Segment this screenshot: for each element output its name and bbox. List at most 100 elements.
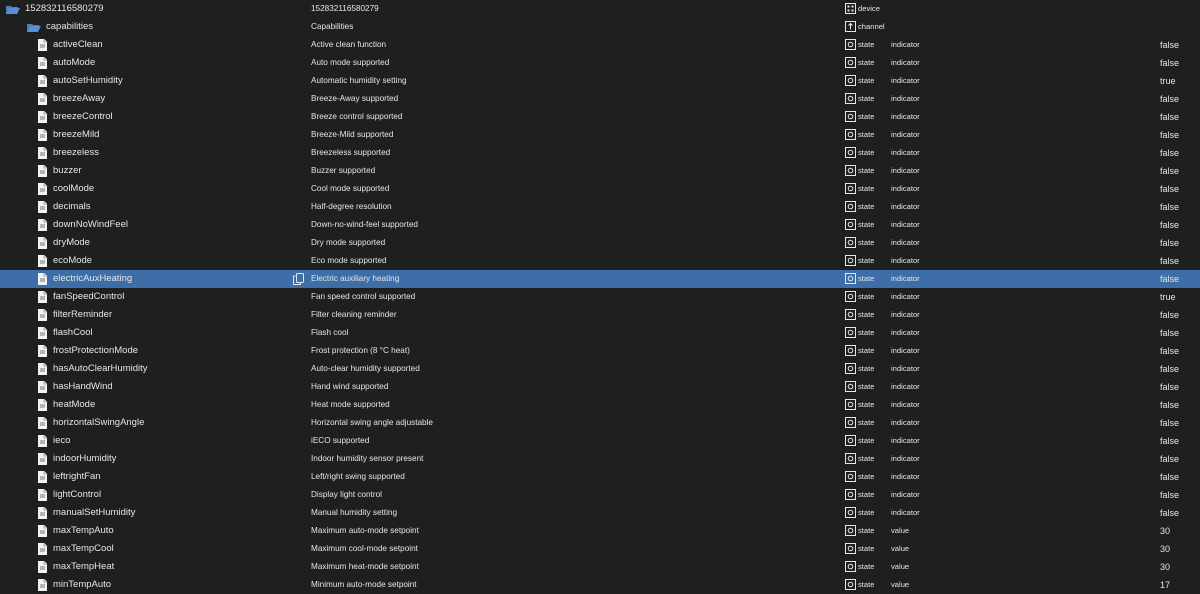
tree-row-fanSpeedControl[interactable]: fanSpeedControl Fan speed control support… (0, 288, 1200, 306)
object-value[interactable]: 30 (1160, 522, 1200, 540)
file-icon (38, 471, 47, 483)
tree-row-buzzer[interactable]: buzzer Buzzer supported state indicator fals… (0, 162, 1200, 180)
object-value[interactable]: false (1160, 306, 1200, 324)
object-value[interactable]: false (1160, 270, 1200, 288)
object-id-label: lightControl (53, 489, 102, 500)
object-value[interactable]: false (1160, 468, 1200, 486)
file-icon (38, 291, 47, 303)
object-value[interactable]: false (1160, 504, 1200, 522)
tree-row-hasHandWind[interactable]: hasHandWind Hand wind supported state indic… (0, 378, 1200, 396)
object-id-cell: horizontalSwingAngle (0, 414, 300, 432)
tree-row-heatMode[interactable]: heatMode Heat mode supported state indicato… (0, 396, 1200, 414)
state-type-icon (845, 561, 856, 572)
tree-row-maxTempCool[interactable]: maxTempCool Maximum cool-mode setpoint sta… (0, 540, 1200, 558)
tree-row-flashCool[interactable]: flashCool Flash cool state indicator false (0, 324, 1200, 342)
tree-row-maxTempHeat[interactable]: maxTempHeat Maximum heat-mode setpoint sta… (0, 558, 1200, 576)
tree-row-electricAuxHeating[interactable]: electricAuxHeating Electric auxiliary hea… (0, 270, 1200, 288)
object-value[interactable]: false (1160, 54, 1200, 72)
object-id-cell: indoorHumidity (0, 450, 300, 468)
object-value[interactable]: false (1160, 234, 1200, 252)
tree-row-autoSetHumidity[interactable]: autoSetHumidity Automatic humidity settin… (0, 72, 1200, 90)
object-id-cell: decimals (0, 198, 300, 216)
tree-row-lightControl[interactable]: lightControl Display light control state in… (0, 486, 1200, 504)
object-value[interactable]: true (1160, 72, 1200, 90)
object-value[interactable]: false (1160, 432, 1200, 450)
file-icon (38, 327, 47, 339)
object-value[interactable]: false (1160, 90, 1200, 108)
state-type-icon (845, 39, 856, 50)
tree-row-maxTempAuto[interactable]: maxTempAuto Maximum auto-mode setpoint sta… (0, 522, 1200, 540)
object-role: indicator (891, 94, 920, 103)
object-value[interactable]: false (1160, 180, 1200, 198)
object-id-label: filterReminder (53, 309, 113, 320)
object-value[interactable]: 17 (1160, 576, 1200, 594)
object-value[interactable]: 30 (1160, 558, 1200, 576)
tree-row-leftrightFan[interactable]: leftrightFan Left/right swing supported st… (0, 468, 1200, 486)
copy-icon[interactable] (293, 273, 304, 285)
state-type-icon (845, 129, 856, 140)
object-id-label: horizontalSwingAngle (53, 417, 145, 428)
state-type-icon (845, 489, 856, 500)
tree-row-filterReminder[interactable]: filterReminder Filter cleaning reminder st… (0, 306, 1200, 324)
tree-row-hasAutoClearHumidity[interactable]: hasAutoClearHumidity Auto-clear humidity … (0, 360, 1200, 378)
state-type-icon (845, 579, 856, 590)
object-value[interactable]: false (1160, 108, 1200, 126)
object-name: Buzzer supported (311, 166, 376, 175)
object-id-cell: heatMode (0, 396, 300, 414)
object-value[interactable]: false (1160, 36, 1200, 54)
object-value[interactable]: false (1160, 342, 1200, 360)
object-value[interactable]: false (1160, 486, 1200, 504)
tree-row-manualSetHumidity[interactable]: manualSetHumidity Manual humidity setting… (0, 504, 1200, 522)
tree-row-minTempAuto[interactable]: minTempAuto Minimum auto-mode setpoint sta… (0, 576, 1200, 594)
tree-row-breezeMild[interactable]: breezeMild Breeze-Mild supported state indi… (0, 126, 1200, 144)
object-value[interactable]: false (1160, 414, 1200, 432)
object-id-label: breezeless (53, 147, 99, 158)
object-value[interactable]: false (1160, 216, 1200, 234)
tree-row-breezeAway[interactable]: breezeAway Breeze-Away supported state indi… (0, 90, 1200, 108)
object-value[interactable]: false (1160, 360, 1200, 378)
tree-row-coolMode[interactable]: coolMode Cool mode supported state indicato… (0, 180, 1200, 198)
object-name: Automatic humidity setting (311, 76, 407, 85)
object-value[interactable]: false (1160, 396, 1200, 414)
object-name: Down-no-wind-feel supported (311, 220, 418, 229)
object-name: Indoor humidity sensor present (311, 454, 424, 463)
object-value[interactable]: 30 (1160, 540, 1200, 558)
file-icon (38, 309, 47, 321)
object-value[interactable]: false (1160, 378, 1200, 396)
state-type-icon (845, 93, 856, 104)
object-id-cell: hasHandWind (0, 378, 300, 396)
object-id-label: fanSpeedControl (53, 291, 125, 302)
tree-row-activeClean[interactable]: activeClean Active clean function state ind… (0, 36, 1200, 54)
object-role: value (891, 526, 910, 535)
tree-row-ecoMode[interactable]: ecoMode Eco mode supported state indicator f… (0, 252, 1200, 270)
tree-row-capabilities[interactable]: capabilities Capabilities channel (0, 18, 1200, 36)
object-value[interactable]: false (1160, 252, 1200, 270)
object-id-label: heatMode (53, 399, 96, 410)
object-role: indicator (891, 58, 920, 67)
object-value[interactable]: false (1160, 144, 1200, 162)
tree-row-autoMode[interactable]: autoMode Auto mode supported state indicato… (0, 54, 1200, 72)
tree-row-decimals[interactable]: decimals Half-degree resolution state indic… (0, 198, 1200, 216)
object-name: Breeze control supported (311, 112, 403, 121)
tree-row-indoorHumidity[interactable]: indoorHumidity Indoor humidity sensor pre… (0, 450, 1200, 468)
object-role: indicator (891, 256, 920, 265)
tree-row-dryMode[interactable]: dryMode Dry mode supported state indicator f… (0, 234, 1200, 252)
object-id-label: downNoWindFeel (53, 219, 128, 230)
tree-row-breezeless[interactable]: breezeless Breezeless supported state indic… (0, 144, 1200, 162)
tree-row-horizontalSwingAngle[interactable]: horizontalSwingAngle Horizontal swing ang… (0, 414, 1200, 432)
object-id-cell: maxTempHeat (0, 558, 300, 576)
object-value[interactable]: false (1160, 198, 1200, 216)
tree-row-ieco[interactable]: ieco iECO supported state indicator false (0, 432, 1200, 450)
object-value[interactable]: false (1160, 450, 1200, 468)
object-name: Breeze-Mild supported (311, 130, 394, 139)
object-id-cell: breezeControl (0, 108, 300, 126)
object-value[interactable]: false (1160, 324, 1200, 342)
file-icon (38, 435, 47, 447)
tree-row-frostProtectionMode[interactable]: frostProtectionMode Frost protection (8 °… (0, 342, 1200, 360)
tree-row-breezeControl[interactable]: breezeControl Breeze control supported sta… (0, 108, 1200, 126)
object-value[interactable]: false (1160, 162, 1200, 180)
tree-row-downNoWindFeel[interactable]: downNoWindFeel Down-no-wind-feel supporte… (0, 216, 1200, 234)
tree-row-152832116580279[interactable]: 152832116580279 152832116580279 device (0, 0, 1200, 18)
object-value[interactable]: false (1160, 126, 1200, 144)
object-value[interactable]: true (1160, 288, 1200, 306)
